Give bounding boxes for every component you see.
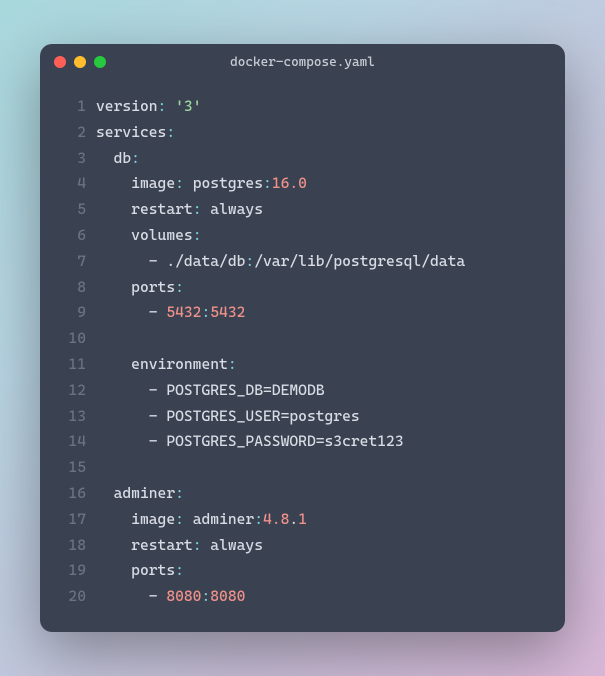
line-content: - POSTGRES_DB=DEMODB — [96, 378, 325, 404]
close-icon[interactable] — [54, 56, 66, 68]
line-number: 13 — [58, 404, 86, 430]
line-content: adminer: — [96, 481, 184, 507]
line-number: 17 — [58, 507, 86, 533]
line-content: restart: always — [96, 197, 263, 223]
line-number: 15 — [58, 455, 86, 481]
line-number: 18 — [58, 533, 86, 559]
line-number: 9 — [58, 300, 86, 326]
line-number: 11 — [58, 352, 86, 378]
code-line: 9 - 5432:5432 — [58, 300, 547, 326]
line-content: image: adminer:4.8.1 — [96, 507, 307, 533]
line-number: 20 — [58, 584, 86, 610]
code-line: 1 version: '3' — [58, 94, 547, 120]
line-content: environment: — [96, 352, 237, 378]
line-number: 3 — [58, 146, 86, 172]
line-content: - 8080:8080 — [96, 584, 245, 610]
editor-window: docker-compose.yaml 1 version: '3' 2 servic… — [40, 44, 565, 632]
line-number: 14 — [58, 429, 86, 455]
line-content: ports: — [96, 275, 184, 301]
line-number: 19 — [58, 558, 86, 584]
code-line: 4 image: postgres:16.0 — [58, 171, 547, 197]
minimize-icon[interactable] — [74, 56, 86, 68]
code-line: 3 db: — [58, 146, 547, 172]
code-line: 13 - POSTGRES_USER=postgres — [58, 404, 547, 430]
line-content: image: postgres:16.0 — [96, 171, 307, 197]
line-number: 1 — [58, 94, 86, 120]
code-line: 20 - 8080:8080 — [58, 584, 547, 610]
line-content: services: — [96, 120, 175, 146]
line-number: 4 — [58, 171, 86, 197]
line-content: restart: always — [96, 533, 263, 559]
line-content: version: '3' — [96, 94, 202, 120]
line-content: volumes: — [96, 223, 201, 249]
code-line: 16 adminer: — [58, 481, 547, 507]
titlebar: docker-compose.yaml — [40, 44, 565, 80]
code-line: 10 — [58, 326, 547, 352]
line-number: 8 — [58, 275, 86, 301]
code-line: 11 environment: — [58, 352, 547, 378]
line-content: - ./data/db:/var/lib/postgresql/data — [96, 249, 465, 275]
line-number: 16 — [58, 481, 86, 507]
line-number: 2 — [58, 120, 86, 146]
line-number: 12 — [58, 378, 86, 404]
line-content: db: — [96, 146, 140, 172]
code-line: 14 - POSTGRES_PASSWORD=s3cret123 — [58, 429, 547, 455]
code-line: 18 restart: always — [58, 533, 547, 559]
line-content: - POSTGRES_PASSWORD=s3cret123 — [96, 429, 404, 455]
code-line: 5 restart: always — [58, 197, 547, 223]
code-line: 15 — [58, 455, 547, 481]
line-content: - 5432:5432 — [96, 300, 245, 326]
line-number: 10 — [58, 326, 86, 352]
window-title: docker-compose.yaml — [40, 55, 565, 70]
code-line: 7 - ./data/db:/var/lib/postgresql/data — [58, 249, 547, 275]
line-number: 7 — [58, 249, 86, 275]
code-line: 12 - POSTGRES_DB=DEMODB — [58, 378, 547, 404]
code-line: 19 ports: — [58, 558, 547, 584]
code-line: 6 volumes: — [58, 223, 547, 249]
traffic-lights — [54, 56, 106, 68]
maximize-icon[interactable] — [94, 56, 106, 68]
line-number: 6 — [58, 223, 86, 249]
line-number: 5 — [58, 197, 86, 223]
line-content: - POSTGRES_USER=postgres — [96, 404, 360, 430]
code-line: 2 services: — [58, 120, 547, 146]
code-line: 17 image: adminer:4.8.1 — [58, 507, 547, 533]
line-content: ports: — [96, 558, 184, 584]
code-editor[interactable]: 1version: '3'2services:3 db:4 image: pos… — [40, 80, 565, 632]
code-line: 8 ports: — [58, 275, 547, 301]
